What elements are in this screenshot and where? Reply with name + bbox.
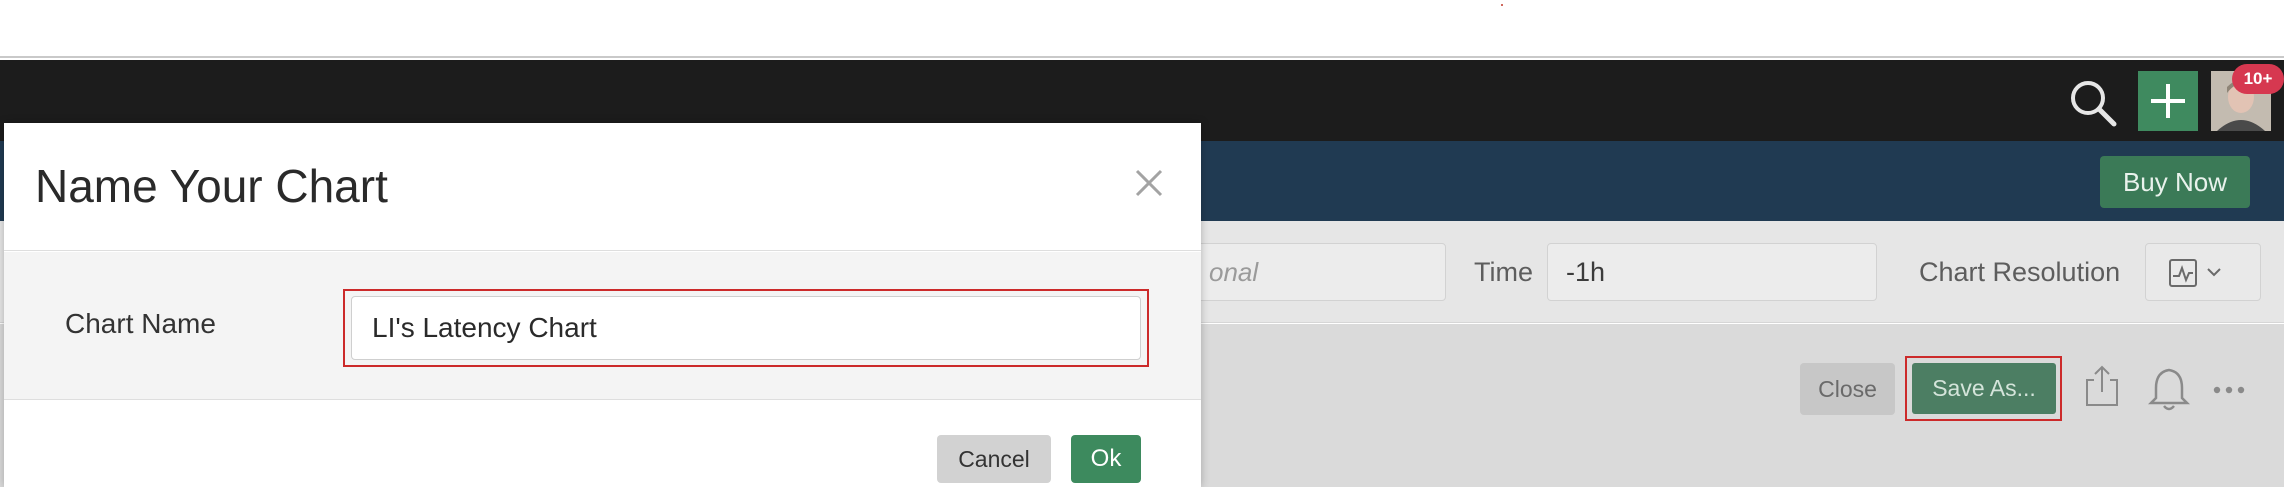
bell-icon[interactable]: [2147, 366, 2191, 412]
close-icon[interactable]: [1129, 163, 1169, 203]
stray-dot: [1501, 4, 1503, 6]
chart-resolution-label: Chart Resolution: [1919, 257, 2121, 287]
buy-now-button[interactable]: Buy Now: [2100, 156, 2250, 208]
save-as-button[interactable]: Save As...: [1912, 363, 2056, 414]
browser-top-strip: [0, 0, 2284, 58]
add-button[interactable]: [2138, 71, 2198, 131]
plus-icon: [2151, 84, 2185, 118]
time-input[interactable]: -1h: [1547, 243, 1877, 301]
time-label: Time: [1474, 257, 1533, 287]
chart-name-input[interactable]: [351, 296, 1141, 360]
chart-resolution-select[interactable]: [2145, 243, 2261, 301]
modal-header: Name Your Chart: [4, 123, 1201, 251]
modal-footer: Cancel Ok: [4, 401, 1201, 487]
notification-badge[interactable]: 10+: [2232, 64, 2284, 94]
search-icon[interactable]: [2066, 76, 2120, 130]
modal-title: Name Your Chart: [35, 160, 388, 212]
more-icon[interactable]: [2212, 382, 2246, 394]
ok-button[interactable]: Ok: [1071, 435, 1141, 483]
cancel-button[interactable]: Cancel: [937, 435, 1051, 483]
chevron-down-icon: [2207, 268, 2221, 277]
save-as-highlight: Save As...: [1905, 356, 2062, 421]
modal-body: Chart Name: [4, 252, 1201, 400]
name-chart-modal: Name Your Chart Chart Name Cancel Ok: [4, 123, 1201, 487]
chart-name-highlight: [343, 289, 1149, 367]
close-chart-button[interactable]: Close: [1800, 363, 1895, 415]
chart-name-label: Chart Name: [65, 308, 216, 339]
share-icon[interactable]: [2084, 364, 2120, 408]
